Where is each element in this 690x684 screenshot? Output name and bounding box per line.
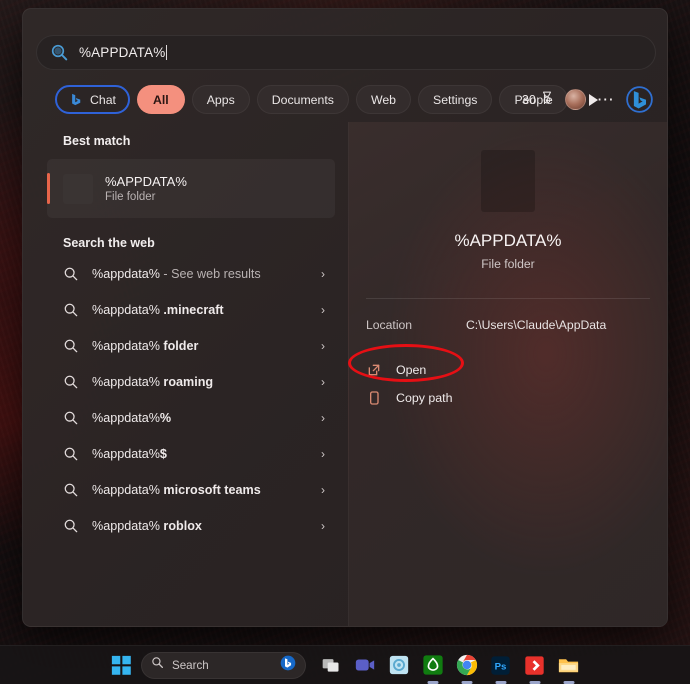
web-result-row[interactable]: %appdata% - See web results › (47, 256, 335, 292)
detail-actions: Open Copy path (349, 356, 667, 412)
web-result-label: %appdata% roaming (92, 375, 214, 389)
file-explorer-icon[interactable] (555, 652, 582, 679)
detail-divider (366, 298, 650, 299)
chevron-right-icon[interactable]: › (321, 267, 325, 281)
web-results-list: %appdata% - See web results › %appdata% .m… (23, 256, 348, 544)
chevron-right-icon[interactable]: › (321, 447, 325, 461)
copy-path-icon (366, 390, 382, 406)
detail-location-row: Location C:\Users\Claude\AppData (366, 318, 650, 332)
chevron-right-icon[interactable]: › (321, 375, 325, 389)
web-result-label: %appdata% roblox (92, 519, 202, 533)
action-open[interactable]: Open (366, 356, 667, 384)
filter-pill-documents-label: Documents (271, 92, 334, 107)
web-result-row[interactable]: %appdata% roaming › (47, 364, 335, 400)
search-icon (63, 482, 79, 498)
web-result-row[interactable]: %appdata%$ › (47, 436, 335, 472)
taskbar-search-placeholder: Search (172, 658, 209, 672)
filter-pill-bar: Chat All Apps Documents Web Settings Peo… (55, 85, 598, 114)
web-result-label: %appdata% - See web results (92, 267, 261, 281)
detail-folder-icon (481, 150, 535, 212)
search-icon (63, 446, 79, 462)
more-options-icon[interactable]: ⋯ (597, 91, 615, 108)
windows-start-icon[interactable] (108, 652, 134, 678)
xbox-icon[interactable] (419, 652, 446, 679)
action-copy-path-label: Copy path (396, 391, 453, 405)
action-open-label: Open (396, 363, 427, 377)
bing-logo-icon[interactable] (280, 655, 296, 676)
search-icon (51, 44, 68, 61)
detail-location-value: C:\Users\Claude\AppData (466, 318, 607, 332)
filter-pill-apps[interactable]: Apps (191, 85, 250, 114)
search-icon (63, 302, 79, 318)
open-external-icon (366, 362, 382, 378)
photoshop-icon[interactable]: Ps (487, 652, 514, 679)
filter-pill-chat[interactable]: Chat (55, 85, 130, 114)
search-query-text: %APPDATA% (79, 45, 166, 60)
rewards-points[interactable]: 30 (522, 91, 554, 108)
search-header-actions: 30 ⋯ (522, 85, 653, 114)
filter-pill-apps-label: Apps (206, 92, 235, 107)
bing-logo-icon[interactable] (626, 86, 653, 113)
taskbar: Search Ps (0, 645, 690, 684)
text-cursor (166, 45, 168, 60)
chevron-right-icon[interactable]: › (321, 339, 325, 353)
rewards-medal-icon (540, 91, 554, 108)
search-icon (63, 518, 79, 534)
app-red-icon[interactable] (521, 652, 548, 679)
web-result-label: %appdata%$ (92, 447, 167, 461)
chevron-right-icon[interactable]: › (321, 303, 325, 317)
detail-subtitle: File folder (481, 257, 535, 271)
filter-pill-web-label: Web (370, 92, 396, 107)
search-the-web-header: Search the web (63, 236, 155, 250)
windows-search-panel: %APPDATA% Chat All Apps Documents Web Se… (22, 8, 668, 627)
search-input[interactable]: %APPDATA% (36, 35, 656, 70)
best-match-subtitle: File folder (105, 191, 156, 203)
svg-text:Ps: Ps (495, 661, 507, 672)
task-view-icon[interactable] (317, 652, 344, 679)
search-icon (63, 374, 79, 390)
web-result-row[interactable]: %appdata% .minecraft › (47, 292, 335, 328)
search-icon (63, 266, 79, 282)
detail-location-label: Location (366, 318, 413, 332)
web-result-row[interactable]: %appdata% folder › (47, 328, 335, 364)
detail-title: %APPDATA% (454, 231, 562, 250)
filter-pill-chat-label: Chat (90, 92, 116, 107)
web-result-label: %appdata% microsoft teams (92, 483, 261, 497)
chevron-right-icon[interactable]: › (321, 519, 325, 533)
widgets-icon[interactable] (385, 652, 412, 679)
filter-pill-settings-label: Settings (433, 92, 478, 107)
user-avatar[interactable] (564, 89, 586, 110)
web-result-label: %appdata% .minecraft (92, 303, 224, 317)
taskbar-search-box[interactable]: Search (141, 651, 306, 679)
best-match-result[interactable]: %APPDATA% File folder (47, 159, 335, 218)
filter-pill-web[interactable]: Web (355, 85, 411, 114)
web-result-row[interactable]: %appdata% microsoft teams › (47, 472, 335, 508)
filter-pill-documents[interactable]: Documents (256, 85, 349, 114)
search-icon (63, 338, 79, 354)
web-result-label: %appdata%% (92, 411, 172, 425)
web-result-row[interactable]: %appdata%% › (47, 400, 335, 436)
chevron-right-icon[interactable]: › (321, 483, 325, 497)
web-result-row[interactable]: %appdata% roblox › (47, 508, 335, 544)
search-icon (151, 656, 164, 674)
filter-pill-all[interactable]: All (136, 85, 185, 114)
chevron-right-icon[interactable]: › (321, 411, 325, 425)
folder-icon (63, 174, 93, 204)
rewards-count: 30 (521, 92, 536, 107)
web-result-label: %appdata% folder (92, 339, 199, 353)
results-column: Best match %APPDATA% File folder Search … (23, 122, 348, 626)
best-match-header: Best match (63, 134, 131, 148)
search-input-row[interactable]: %APPDATA% (36, 35, 656, 70)
search-icon (63, 410, 79, 426)
best-match-title: %APPDATA% (105, 174, 187, 189)
filter-pill-all-label: All (152, 92, 169, 107)
action-copy-path[interactable]: Copy path (366, 384, 667, 412)
detail-pane: %APPDATA% File folder Location C:\Users\… (348, 122, 667, 626)
filter-pill-settings[interactable]: Settings (418, 85, 493, 114)
teams-icon[interactable] (351, 652, 378, 679)
bing-chat-icon (69, 92, 84, 107)
selection-accent-bar (47, 173, 50, 204)
chrome-icon[interactable] (453, 652, 480, 679)
